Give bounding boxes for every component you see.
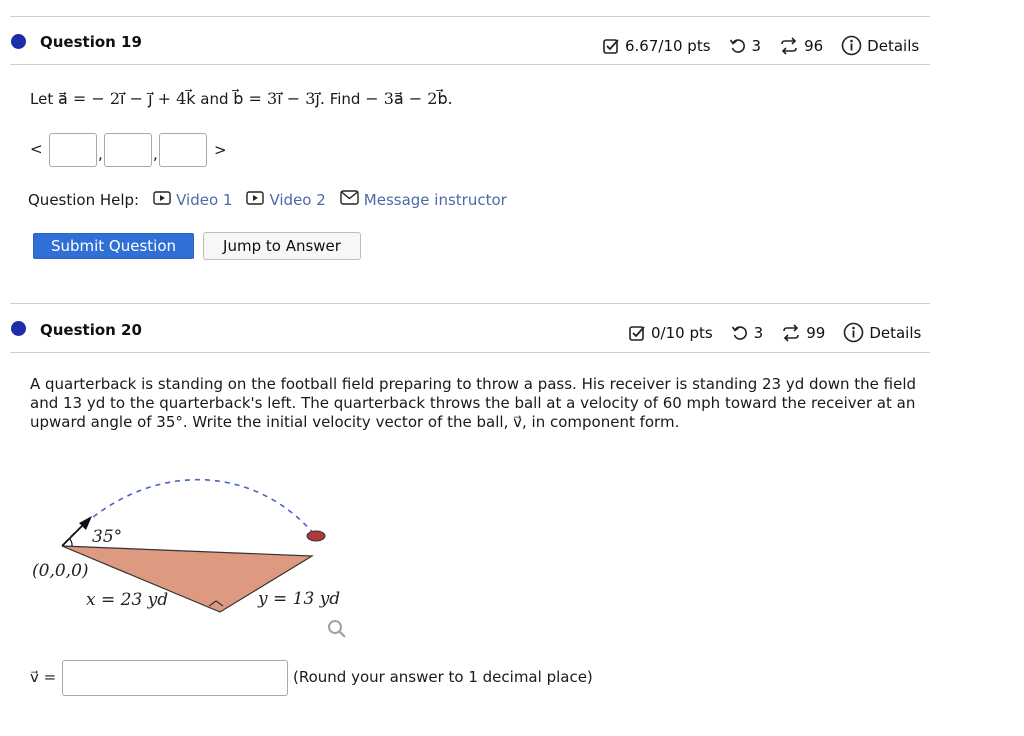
question-19-attempts: 3 bbox=[751, 36, 762, 55]
info-icon[interactable] bbox=[843, 322, 864, 343]
question-19-status-dot bbox=[11, 34, 26, 49]
and-word: and bbox=[195, 90, 234, 108]
prompt-prefix: Let bbox=[30, 90, 58, 108]
answer-component-3-input[interactable] bbox=[159, 133, 207, 167]
retry-icon bbox=[731, 324, 749, 342]
close-angle-bracket: > bbox=[214, 141, 227, 159]
question-help: Question Help: Video 1 Video 2 Message i… bbox=[28, 190, 507, 209]
velocity-answer-label: v⃗ = bbox=[30, 668, 57, 686]
rounding-note: (Round your answer to 1 decimal place) bbox=[293, 668, 593, 686]
comma-2: , bbox=[153, 145, 158, 163]
football-ball bbox=[306, 530, 326, 542]
y-distance-label: y = 13 yd bbox=[257, 589, 340, 609]
question-19-score: 6.67/10 pts bbox=[625, 36, 711, 55]
question-19-details-link[interactable]: Details bbox=[867, 37, 919, 55]
question-20-status-dot bbox=[11, 321, 26, 336]
angle-arc bbox=[68, 537, 73, 547]
magnifier-icon[interactable] bbox=[327, 619, 347, 643]
answer-component-2-input[interactable] bbox=[104, 133, 152, 167]
submissions-icon bbox=[779, 36, 799, 55]
velocity-arrowhead bbox=[79, 516, 92, 530]
question-help-label: Question Help: bbox=[28, 190, 140, 209]
video-1-link[interactable]: Video 1 bbox=[153, 191, 232, 209]
ball-trajectory bbox=[63, 478, 315, 545]
info-icon[interactable] bbox=[841, 35, 862, 56]
question-19-meta: 6.67/10 pts 3 96 Details bbox=[602, 35, 919, 56]
top-divider bbox=[10, 16, 930, 17]
question-separator bbox=[10, 303, 930, 304]
message-instructor-link[interactable]: Message instructor bbox=[340, 190, 507, 209]
ground-triangle bbox=[61, 545, 315, 613]
checkbox-icon bbox=[628, 324, 646, 342]
checkbox-icon bbox=[602, 37, 620, 55]
x-distance-label: x = 23 yd bbox=[86, 590, 168, 610]
message-instructor-label[interactable]: Message instructor bbox=[364, 191, 507, 209]
video-icon bbox=[246, 190, 265, 209]
question-19-header-divider bbox=[10, 64, 930, 65]
submit-question-button[interactable]: Submit Question bbox=[33, 233, 194, 259]
question-20-header-divider bbox=[10, 352, 930, 353]
jump-to-answer-button[interactable]: Jump to Answer bbox=[203, 232, 361, 260]
question-20-score: 0/10 pts bbox=[651, 323, 713, 342]
question-20-attempts: 3 bbox=[753, 323, 764, 342]
question-20-problem-text: A quarterback is standing on the footbal… bbox=[30, 375, 917, 431]
question-20-details-link[interactable]: Details bbox=[869, 324, 921, 342]
question-19-submissions: 96 bbox=[804, 36, 824, 55]
find-word: Find bbox=[324, 90, 366, 108]
open-angle-bracket: < bbox=[30, 140, 43, 158]
velocity-answer-input[interactable] bbox=[62, 660, 288, 696]
right-angle-mark bbox=[208, 600, 224, 607]
question-19-prompt: Let a⃗ = − 2i⃗ − j⃗ + 4k⃗ and b⃗ = 3i⃗ −… bbox=[30, 89, 453, 108]
origin-label: (0,0,0) bbox=[32, 561, 89, 581]
video-2-link[interactable]: Video 2 bbox=[246, 190, 326, 209]
vector-a-expression: a⃗ = − 2i⃗ − j⃗ + 4k⃗ bbox=[57, 89, 196, 108]
question-20-submissions: 99 bbox=[806, 323, 826, 342]
answer-component-1-input[interactable] bbox=[49, 133, 97, 167]
question-20-title: Question 20 bbox=[40, 321, 142, 339]
find-expression: − 3a⃗ − 2b⃗. bbox=[365, 89, 453, 108]
football-diagram: 35° (0,0,0) x = 23 yd y = 13 yd bbox=[32, 478, 340, 613]
angle-label: 35° bbox=[92, 527, 122, 547]
question-19-title: Question 19 bbox=[40, 33, 142, 51]
video-icon bbox=[153, 190, 171, 209]
velocity-vector bbox=[61, 519, 89, 547]
video-1-label[interactable]: Video 1 bbox=[176, 191, 232, 209]
submissions-icon bbox=[781, 323, 801, 342]
retry-icon bbox=[729, 37, 747, 55]
comma-1: , bbox=[98, 145, 103, 163]
video-2-label[interactable]: Video 2 bbox=[269, 191, 325, 209]
vector-b-expression: b⃗ = 3i⃗ − 3j⃗. bbox=[233, 89, 325, 108]
question-20-meta: 0/10 pts 3 99 Details bbox=[628, 322, 921, 343]
mail-icon bbox=[340, 190, 359, 209]
